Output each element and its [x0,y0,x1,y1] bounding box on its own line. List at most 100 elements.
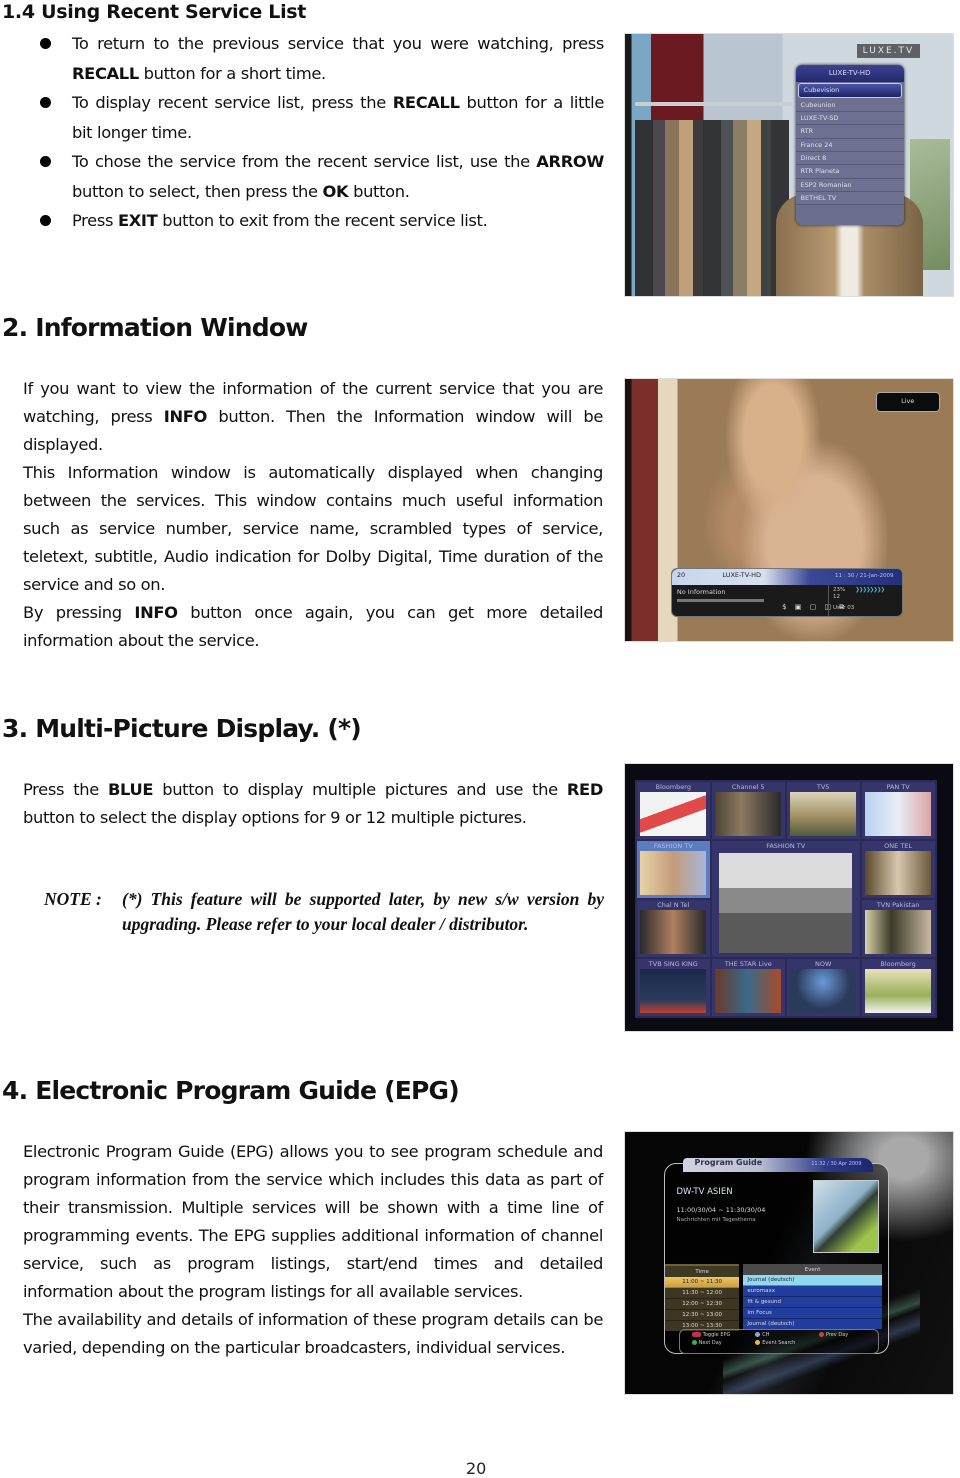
clothes-rail [634,102,793,107]
note-text: (*) This feature will be supported later… [122,889,604,934]
event-cell[interactable]: Journal (deutsch) [743,1319,882,1330]
section-2-heading: 2. Information Window [2,313,308,342]
event-time: 11:00/30/04 ~ 11:30/30/04 [676,1205,766,1214]
yellow-key-icon [755,1340,761,1346]
section-3-heading: 3. Multi-Picture Display. (*) [2,714,362,743]
epg-paragraph-1: Electronic Program Guide (EPG) allows yo… [23,1142,603,1301]
bullet-icon [40,38,51,49]
picture-cell-highlighted[interactable]: FASHION TV [636,840,710,898]
picture-cell[interactable]: ONE TEL [861,840,935,898]
feature-note: NOTE : (*) This feature will be supporte… [44,887,604,963]
service-item[interactable]: RTR Planeta [795,165,904,179]
info-banner: 20 LUXE-TV-HD 11 : 30 / 21-Jan-2009 No I… [670,568,903,618]
event-header: Event [743,1264,882,1276]
page-number: 20 [466,1459,487,1478]
event-cell[interactable]: Im Focus [743,1308,882,1320]
signal-chevrons-icon: ❯❯❯❯❯❯❯❯ [855,587,885,594]
channel-number: 20 [676,571,686,580]
recent-service-screenshot: LUXE.TV LUXE-TV-HD Cubevision Cubeunion … [624,33,954,297]
epg-text: Electronic Program Guide (EPG) allows yo… [23,1138,603,1362]
legend-next-day: Next Day [691,1340,722,1346]
event-description: Nachrichten mit Tagesthema [676,1217,756,1224]
preview-thumbnail [812,1179,880,1254]
legend-ch: CH [755,1332,770,1338]
picture-cell[interactable]: THE STAR Live [711,958,785,1016]
program-guide-title: Program Guide [694,1158,763,1168]
keyword-info: INFO [163,407,208,426]
keyword-recall: RECALL [392,93,460,112]
fur-coats [634,120,789,296]
service-item[interactable]: RTR [795,125,904,139]
note-label: NOTE : [44,889,102,909]
live-badge: Live [875,392,940,413]
event-cell[interactable]: fit & gesund [743,1297,882,1309]
bullet-item: To return to the previous service that y… [40,29,604,88]
info-window-text: If you want to view the information of t… [23,375,603,655]
recent-service-panel: LUXE-TV-HD Cubevision Cubeunion LUXE-TV-… [795,65,904,226]
channel-logo: LUXE.TV [856,44,921,59]
service-item[interactable]: LUXE-TV-SD [795,112,904,126]
picture-cell[interactable]: Chal N Tel [636,899,710,957]
date-time: 11 : 30 / 21-Jan-2009 [835,573,894,580]
channel-name: DW-TV ASIEN [676,1187,733,1198]
picture-cell[interactable]: NOW [786,958,860,1016]
recent-service-bullets: To return to the previous service that y… [40,29,604,236]
info-paragraph-3: By pressing INFO button once again, you … [23,603,603,650]
epg-screenshot: Program Guide 11:32 / 30 Apr 2009 DW-TV … [624,1131,954,1395]
signal-percent: 23% [833,587,846,594]
service-item-selected[interactable]: Cubevision [797,83,902,98]
legend-prev-day: Prev Day [818,1332,848,1338]
signal-panel: 23% ❯❯❯❯❯❯❯❯ 12 User 03 [828,585,901,617]
red-key-icon [818,1332,824,1338]
time-cell-selected[interactable]: 11:00 ~ 11:30 [665,1277,739,1289]
info-paragraph-1: If you want to view the information of t… [23,379,603,454]
service-item[interactable]: France 24 [795,138,904,152]
bullet-icon [40,156,51,167]
section-1-4-heading: 1.4 Using Recent Service List [2,1,307,23]
service-item[interactable]: Cubeunion [795,98,904,113]
time-column: Time 11:00 ~ 11:30 11:30 ~ 12:00 12:00 ~… [665,1264,739,1332]
section-4-heading: 4. Electronic Program Guide (EPG) [2,1076,460,1105]
time-cell[interactable]: 12:30 ~ 13:00 [665,1310,739,1322]
program-guide-window: Program Guide 11:32 / 30 Apr 2009 DW-TV … [664,1158,890,1355]
bullet-icon [40,97,51,108]
picture-cell[interactable]: TVN Pakistan [861,899,935,957]
keyword-arrow: ARROW [536,152,604,171]
event-cell-selected[interactable]: Journal (deutsch) [743,1275,882,1287]
keyword-blue: BLUE [107,780,154,799]
event-cell[interactable]: euromaxx [743,1286,882,1298]
user-label: User 03 [833,605,855,612]
picture-cell[interactable]: TV5 [786,782,860,839]
multi-picture-screenshot: Bloomberg Channel 5 TV5 PAN TV FASHION T… [624,763,954,1032]
keyword-exit: EXIT [117,211,158,230]
bullet-item: Press EXIT button to exit from the recen… [40,206,604,236]
picture-cell[interactable]: TVB SING KING [636,958,710,1016]
bullet-item: To chose the service from the recent ser… [40,147,604,206]
epg-paragraph-2: The availability and details of informat… [23,1310,603,1357]
picture-cell[interactable]: Channel 5 [711,782,785,839]
key-legend: Toggle EPG CH Prev Day Next Day Event Se… [678,1329,880,1355]
service-item[interactable]: Direct 8 [795,151,904,166]
time-cell[interactable]: 12:00 ~ 12:30 [665,1299,739,1311]
picture-cell[interactable]: Bloomberg [636,782,710,839]
info-banner-header: 20 LUXE-TV-HD 11 : 30 / 21-Jan-2009 [671,569,902,586]
multi-picture-grid: Bloomberg Channel 5 TV5 PAN TV FASHION T… [634,780,937,1018]
picture-cell[interactable]: PAN TV [861,782,935,839]
bullet-item: To display recent service list, press th… [40,88,604,147]
info-banner-body: No Information $ ▣ ▢ ◫ ⧉ 23% ❯❯❯❯❯❯❯❯ 12 … [672,585,902,617]
program-guide-datetime: 11:32 / 30 Apr 2009 [811,1161,862,1168]
service-item[interactable]: ESP2 Romanian [795,178,904,192]
panel-title: LUXE-TV-HD [795,65,904,83]
channel-name: LUXE-TV-HD [722,571,762,580]
multi-picture-text: Press the BLUE button to display multipl… [23,780,603,827]
bullet-icon [40,215,51,226]
epg-key-icon [691,1332,701,1338]
time-cell[interactable]: 11:30 ~ 12:00 [665,1288,739,1300]
info-window-screenshot: Live 20 LUXE-TV-HD 11 : 30 / 21-Jan-2009… [624,378,954,642]
picture-cell-main[interactable]: FASHION TV [711,840,860,957]
service-item[interactable]: BETHEL TV [795,191,904,206]
legend-toggle-epg: Toggle EPG [691,1332,730,1338]
picture-cell[interactable]: Bloomberg [861,958,935,1016]
keyword-info: INFO [134,603,178,622]
program-guide-header: Program Guide 11:32 / 30 Apr 2009 [683,1158,873,1173]
